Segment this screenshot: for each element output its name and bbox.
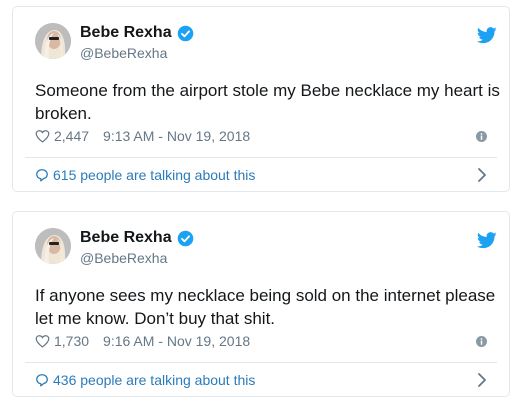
heart-icon[interactable] — [35, 129, 50, 143]
info-icon[interactable] — [476, 336, 487, 347]
chevron-right-icon[interactable] — [477, 373, 487, 387]
verified-icon — [177, 230, 193, 246]
tweet-card[interactable]: Bebe Rexha @BebeRexha Someone from the a… — [12, 6, 510, 192]
divider — [25, 362, 497, 363]
talking-link[interactable]: 436 people are talking about this — [35, 372, 255, 388]
display-name[interactable]: Bebe Rexha — [80, 24, 172, 42]
talking-text[interactable]: 436 people are talking about this — [53, 372, 255, 388]
info-icon[interactable] — [476, 131, 487, 142]
tweet-card[interactable]: Bebe Rexha @BebeRexha If anyone sees my … — [12, 211, 510, 397]
tweet-timestamp[interactable]: 9:16 AM - Nov 19, 2018 — [103, 333, 250, 349]
like-count[interactable]: 2,447 — [54, 128, 89, 144]
verified-icon — [177, 25, 193, 41]
user-handle[interactable]: @BebeRexha — [80, 250, 167, 266]
tweet-text: If anyone sees my necklace being sold on… — [35, 286, 496, 328]
tweet-header: Bebe Rexha @BebeRexha — [13, 7, 509, 67]
heart-icon[interactable] — [35, 334, 50, 348]
like-count[interactable]: 1,730 — [54, 333, 89, 349]
reply-bubble-icon — [36, 374, 48, 387]
twitter-bird-icon[interactable] — [477, 27, 497, 44]
tweet-text: Someone from the airport stole my Bebe n… — [35, 81, 500, 123]
reply-bubble-icon — [36, 169, 48, 182]
tweet-meta: 2,447 9:13 AM - Nov 19, 2018 — [35, 128, 250, 144]
divider — [25, 157, 497, 158]
twitter-bird-icon[interactable] — [477, 232, 497, 249]
talking-text[interactable]: 615 people are talking about this — [53, 167, 255, 183]
display-name[interactable]: Bebe Rexha — [80, 229, 172, 247]
user-handle[interactable]: @BebeRexha — [80, 45, 167, 61]
chevron-right-icon[interactable] — [477, 168, 487, 182]
talking-link[interactable]: 615 people are talking about this — [35, 167, 255, 183]
avatar[interactable] — [35, 228, 71, 264]
tweet-meta: 1,730 9:16 AM - Nov 19, 2018 — [35, 333, 250, 349]
avatar[interactable] — [35, 23, 71, 59]
tweet-timestamp[interactable]: 9:13 AM - Nov 19, 2018 — [103, 128, 250, 144]
tweet-header: Bebe Rexha @BebeRexha — [13, 212, 509, 272]
